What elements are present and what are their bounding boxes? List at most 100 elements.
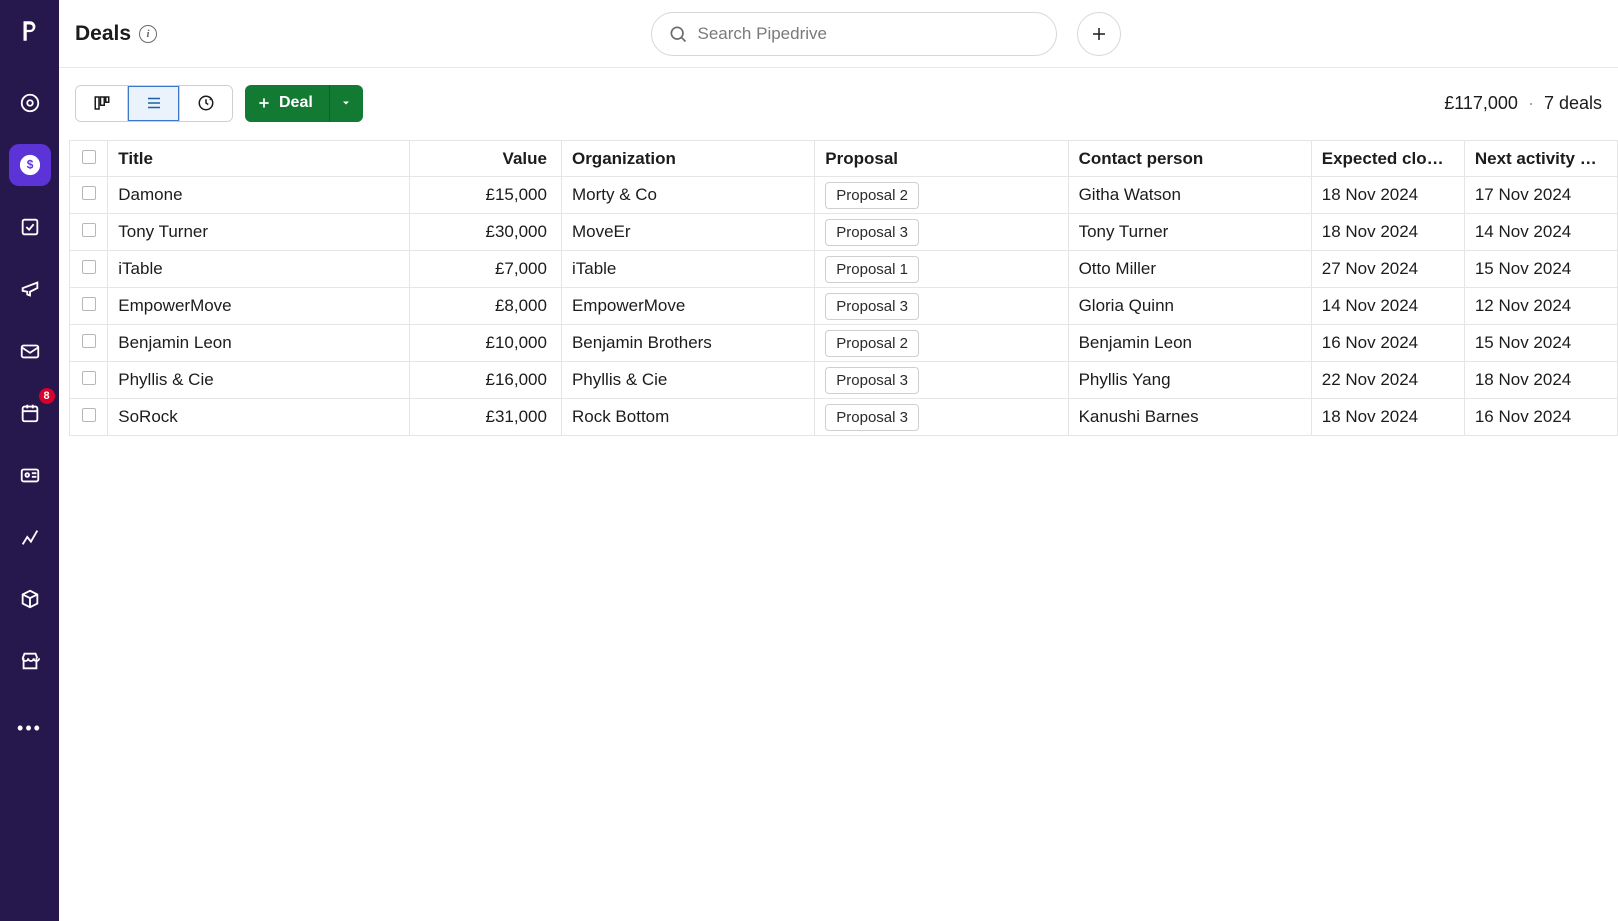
- cell-next-activity: 16 Nov 2024: [1464, 399, 1617, 436]
- nav-insights[interactable]: [9, 516, 51, 558]
- proposal-pill[interactable]: Proposal 3: [825, 404, 919, 431]
- checkbox-icon: [82, 150, 96, 164]
- view-forecast[interactable]: [180, 86, 232, 121]
- table-row[interactable]: iTable£7,000iTableProposal 1Otto Miller2…: [70, 251, 1618, 288]
- col-value[interactable]: Value: [409, 141, 561, 177]
- nav-activities[interactable]: 8: [9, 392, 51, 434]
- cell-contact[interactable]: Benjamin Leon: [1068, 325, 1311, 362]
- cell-proposal[interactable]: Proposal 1: [815, 251, 1068, 288]
- checkbox-icon: [82, 260, 96, 274]
- caret-down-icon: [340, 97, 352, 109]
- page-title-wrap: Deals i: [75, 22, 157, 46]
- table-row[interactable]: Benjamin Leon£10,000Benjamin BrothersPro…: [70, 325, 1618, 362]
- cell-organization[interactable]: iTable: [561, 251, 814, 288]
- main: Deals i: [59, 0, 1618, 921]
- checkbox-icon: [82, 334, 96, 348]
- row-select[interactable]: [70, 251, 108, 288]
- col-proposal[interactable]: Proposal: [815, 141, 1068, 177]
- row-select[interactable]: [70, 288, 108, 325]
- svg-text:$: $: [26, 158, 33, 172]
- cell-title[interactable]: Tony Turner: [108, 214, 410, 251]
- search-input[interactable]: [698, 24, 1040, 44]
- cell-title[interactable]: SoRock: [108, 399, 410, 436]
- cell-value: £15,000: [409, 177, 561, 214]
- cell-title[interactable]: iTable: [108, 251, 410, 288]
- table-row[interactable]: SoRock£31,000Rock BottomProposal 3Kanush…: [70, 399, 1618, 436]
- pipeline-icon: [93, 94, 111, 112]
- table-row[interactable]: Tony Turner£30,000MoveErProposal 3Tony T…: [70, 214, 1618, 251]
- toolbar-summary: £117,000 · 7 deals: [1444, 93, 1602, 114]
- table-row[interactable]: Damone£15,000Morty & Co Proposal 2 Githa W…: [70, 177, 1618, 214]
- row-select[interactable]: [70, 214, 108, 251]
- row-select[interactable]: [70, 177, 108, 214]
- info-icon[interactable]: i: [139, 25, 157, 43]
- cell-proposal[interactable]: Proposal 2: [815, 325, 1068, 362]
- cell-organization[interactable]: Rock Bottom: [561, 399, 814, 436]
- cell-title[interactable]: EmpowerMove: [108, 288, 410, 325]
- cell-contact[interactable]: Gloria Quinn: [1068, 288, 1311, 325]
- cell-expected-close: 27 Nov 2024: [1311, 251, 1464, 288]
- row-select[interactable]: [70, 325, 108, 362]
- proposal-pill[interactable]: Proposal 2: [825, 330, 919, 357]
- cell-contact[interactable]: Tony Turner: [1068, 214, 1311, 251]
- col-title[interactable]: Title: [108, 141, 410, 177]
- row-select[interactable]: [70, 362, 108, 399]
- nav-campaigns[interactable]: [9, 268, 51, 310]
- more-icon: •••: [17, 718, 42, 739]
- cell-contact[interactable]: Otto Miller: [1068, 251, 1311, 288]
- cell-contact[interactable]: Githa Watson: [1068, 177, 1311, 214]
- proposal-pill[interactable]: Proposal 1: [825, 256, 919, 283]
- cell-value: £10,000: [409, 325, 561, 362]
- col-organization[interactable]: Organization: [561, 141, 814, 177]
- cell-proposal[interactable]: Proposal 2: [815, 177, 1068, 214]
- proposal-pill[interactable]: Proposal 3: [825, 293, 919, 320]
- add-deal-button[interactable]: Deal: [245, 85, 329, 122]
- logo[interactable]: [0, 0, 59, 62]
- cell-contact[interactable]: Phyllis Yang: [1068, 362, 1311, 399]
- nav-marketplace[interactable]: [9, 640, 51, 682]
- nav-mail[interactable]: [9, 330, 51, 372]
- cell-next-activity: 15 Nov 2024: [1464, 325, 1617, 362]
- col-expected-close[interactable]: Expected clo…: [1311, 141, 1464, 177]
- add-deal-dropdown[interactable]: [329, 85, 363, 122]
- summary-value: £117,000: [1444, 93, 1518, 114]
- cell-organization[interactable]: MoveEr: [561, 214, 814, 251]
- cell-proposal[interactable]: Proposal 3: [815, 214, 1068, 251]
- col-contact[interactable]: Contact person: [1068, 141, 1311, 177]
- table-row[interactable]: Phyllis & Cie£16,000Phyllis & CieProposa…: [70, 362, 1618, 399]
- proposal-pill[interactable]: Proposal 3: [825, 367, 919, 394]
- search-box[interactable]: [651, 12, 1057, 56]
- cell-next-activity: 17 Nov 2024: [1464, 177, 1617, 214]
- table-header-row: Title Value Organization Proposal Contac…: [70, 141, 1618, 177]
- col-next-activity[interactable]: Next activity …: [1464, 141, 1617, 177]
- nav-deals[interactable]: $: [9, 144, 51, 186]
- nav-leads[interactable]: [9, 82, 51, 124]
- view-switch: [75, 85, 233, 122]
- nav-contacts[interactable]: [9, 454, 51, 496]
- cell-organization[interactable]: EmpowerMove: [561, 288, 814, 325]
- cell-proposal[interactable]: Proposal 3: [815, 288, 1068, 325]
- proposal-pill[interactable]: Proposal 2: [825, 182, 919, 209]
- cell-contact[interactable]: Kanushi Barnes: [1068, 399, 1311, 436]
- view-pipeline[interactable]: [76, 86, 128, 121]
- cell-title[interactable]: Phyllis & Cie: [108, 362, 410, 399]
- cell-proposal[interactable]: Proposal 3: [815, 362, 1068, 399]
- view-list[interactable]: [128, 86, 180, 121]
- cell-title[interactable]: Benjamin Leon: [108, 325, 410, 362]
- row-select[interactable]: [70, 399, 108, 436]
- cell-title[interactable]: Damone: [108, 177, 410, 214]
- checkbox-icon: [82, 223, 96, 237]
- col-select-all[interactable]: [70, 141, 108, 177]
- proposal-pill[interactable]: Proposal 3: [825, 219, 919, 246]
- cell-next-activity: 14 Nov 2024: [1464, 214, 1617, 251]
- nav-projects[interactable]: [9, 206, 51, 248]
- table-row[interactable]: EmpowerMove£8,000EmpowerMoveProposal 3Gl…: [70, 288, 1618, 325]
- cell-expected-close: 18 Nov 2024: [1311, 399, 1464, 436]
- nav-more[interactable]: •••: [9, 702, 51, 744]
- nav-products[interactable]: [9, 578, 51, 620]
- quick-add-button[interactable]: [1077, 12, 1121, 56]
- cell-organization[interactable]: Phyllis & Cie: [561, 362, 814, 399]
- cell-organization[interactable]: Benjamin Brothers: [561, 325, 814, 362]
- cell-proposal[interactable]: Proposal 3: [815, 399, 1068, 436]
- cell-organization[interactable]: Morty & Co: [561, 177, 814, 214]
